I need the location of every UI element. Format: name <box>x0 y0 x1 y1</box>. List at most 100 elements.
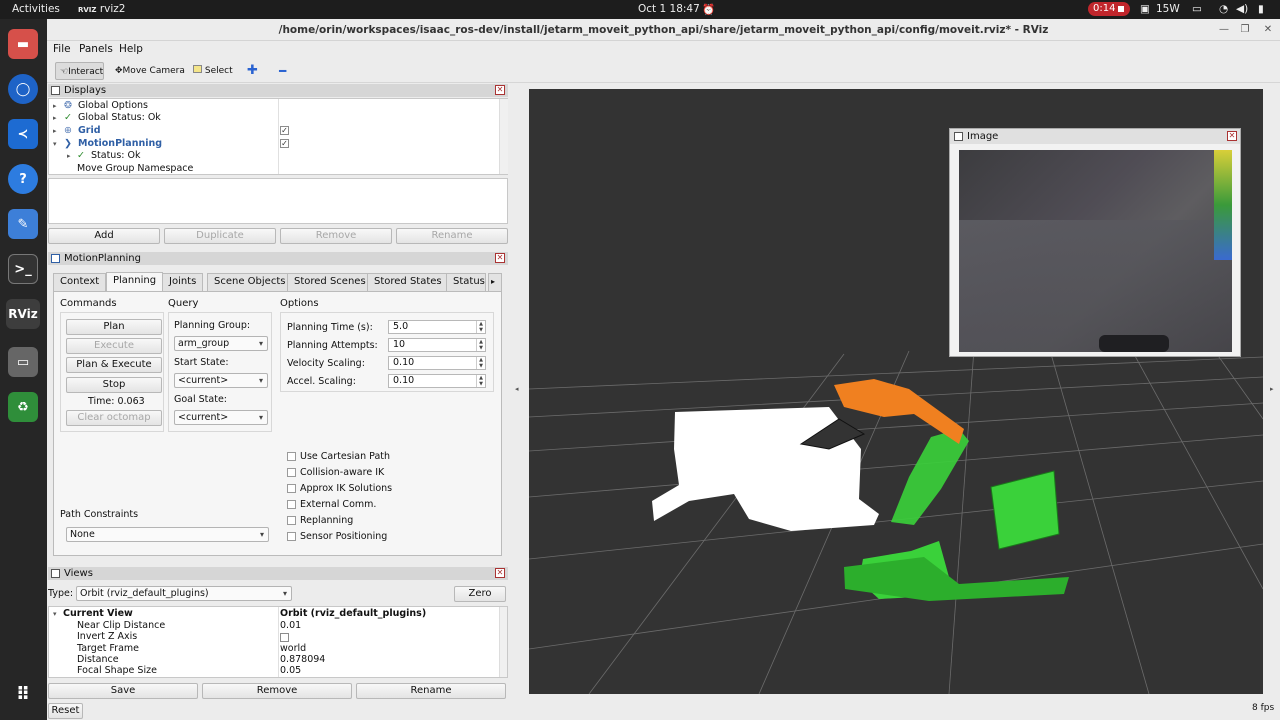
plan-button[interactable]: Plan <box>66 319 162 335</box>
power-mode[interactable]: 15W <box>1156 3 1180 15</box>
spin-arrows-icon[interactable]: ▲ ▼ <box>476 357 485 369</box>
spin-arrows-icon[interactable]: ▲ ▼ <box>476 321 485 333</box>
spin-arrows-icon[interactable]: ▲ ▼ <box>476 339 485 351</box>
remove-display-button[interactable]: Remove <box>280 228 392 244</box>
add-display-button[interactable]: Add <box>48 228 160 244</box>
collision-aware-ik-checkbox[interactable]: Collision-aware IK <box>287 467 397 479</box>
save-view-button[interactable]: Save <box>48 683 198 699</box>
tree-item-grid[interactable]: ▸ ⊕ Grid <box>49 125 278 137</box>
tab-context[interactable]: Context <box>53 273 107 291</box>
displays-close-icon[interactable]: ✕ <box>495 85 505 95</box>
rename-display-button[interactable]: Rename <box>396 228 508 244</box>
volume-icon[interactable]: ◀) <box>1236 3 1248 15</box>
view-prop-row[interactable]: Focal Shape Size 0.05 <box>49 665 489 677</box>
select-tool[interactable]: Select <box>189 62 237 80</box>
expand-arrow-icon[interactable]: ▸ <box>53 100 57 112</box>
stop-button[interactable]: Stop <box>66 377 162 393</box>
wifi-icon[interactable]: ◔ <box>1219 3 1228 15</box>
files-icon[interactable]: ▬ <box>8 29 38 59</box>
menu-help[interactable]: Help <box>119 43 143 55</box>
tree-item-status-ok[interactable]: ▸ ✓ Status: Ok <box>49 150 278 162</box>
expand-arrow-icon[interactable]: ▸ <box>67 150 71 162</box>
expand-arrow-icon[interactable]: ▸ <box>53 112 57 124</box>
execute-button[interactable]: Execute <box>66 338 162 354</box>
move-camera-tool[interactable]: ✥Move Camera <box>111 62 189 80</box>
menu-panels[interactable]: Panels <box>79 43 113 55</box>
screen-recording-indicator[interactable]: 0:14 <box>1088 2 1130 16</box>
splitter-left-arrow-icon[interactable]: ◂ <box>515 385 519 393</box>
remove-view-button[interactable]: Remove <box>202 683 352 699</box>
rename-view-button[interactable]: Rename <box>356 683 506 699</box>
app-menu[interactable]: RVIZ rviz2 <box>78 3 125 15</box>
image-panel-header[interactable]: Image ✕ <box>950 129 1240 144</box>
sensor-positioning-checkbox[interactable]: Sensor Positioning <box>287 531 397 543</box>
displays-panel-header[interactable]: Displays ✕ <box>48 84 508 97</box>
spin-arrows-icon[interactable]: ▲ ▼ <box>476 375 485 387</box>
rviz-dock-icon[interactable]: RViz <box>6 299 40 329</box>
vscode-icon[interactable]: ≺ <box>8 119 38 149</box>
keyboard-icon[interactable]: ▭ <box>1192 3 1202 15</box>
clear-octomap-button[interactable]: Clear octomap <box>66 410 162 426</box>
tab-scene-objects[interactable]: Scene Objects <box>207 273 293 291</box>
activities-button[interactable]: Activities <box>12 3 60 15</box>
duplicate-display-button[interactable]: Duplicate <box>164 228 276 244</box>
trash-icon[interactable]: ♻ <box>8 392 38 422</box>
tree-item-motionplanning[interactable]: ▾ ❯ MotionPlanning <box>49 138 278 150</box>
tab-stored-scenes[interactable]: Stored Scenes <box>287 273 373 291</box>
velocity-scaling-spinbox[interactable]: 0.10 ▲ ▼ <box>388 356 486 370</box>
maximize-button[interactable]: ❐ <box>1238 23 1252 37</box>
plan-execute-button[interactable]: Plan & Execute <box>66 357 162 373</box>
views-panel-header[interactable]: Views ✕ <box>48 567 508 580</box>
minimize-button[interactable]: — <box>1217 23 1231 37</box>
tree-item-global-options[interactable]: ▸ ❂ Global Options <box>49 100 278 112</box>
drive-icon[interactable]: ▭ <box>8 347 38 377</box>
views-close-icon[interactable]: ✕ <box>495 568 505 578</box>
motionplanning-panel-header[interactable]: MotionPlanning ✕ <box>48 252 508 265</box>
replanning-checkbox[interactable]: Replanning <box>287 515 397 527</box>
invert-z-checkbox[interactable] <box>280 633 289 642</box>
motionplanning-enable-checkbox[interactable]: ✓ <box>280 139 289 148</box>
help-icon[interactable]: ? <box>8 164 38 194</box>
path-constraints-select[interactable]: None <box>66 527 269 542</box>
clock[interactable]: Oct 1 18:47 <box>638 3 700 15</box>
approx-ik-checkbox[interactable]: Approx IK Solutions <box>287 483 397 495</box>
interact-tool[interactable]: ☜Interact <box>55 62 104 80</box>
terminal-icon[interactable]: >_ <box>8 254 38 284</box>
accel-scaling-spinbox[interactable]: 0.10 ▲ ▼ <box>388 374 486 388</box>
external-comm-checkbox[interactable]: External Comm. <box>287 499 397 511</box>
text-editor-icon[interactable]: ✎ <box>8 209 38 239</box>
menu-file[interactable]: File <box>53 43 71 55</box>
motionplanning-close-icon[interactable]: ✕ <box>495 253 505 263</box>
grid-enable-checkbox[interactable]: ✓ <box>280 126 289 135</box>
collapse-arrow-icon[interactable]: ▾ <box>53 608 57 620</box>
view-type-select[interactable]: Orbit (rviz_default_plugins) <box>76 586 292 601</box>
expand-arrow-icon[interactable]: ▸ <box>53 125 57 137</box>
planning-attempts-spinbox[interactable]: 10 ▲ ▼ <box>388 338 486 352</box>
tab-stored-states[interactable]: Stored States <box>367 273 449 291</box>
chromium-icon[interactable]: ◯ <box>8 74 38 104</box>
image-close-icon[interactable]: ✕ <box>1227 131 1237 141</box>
collapse-arrow-icon[interactable]: ▾ <box>53 138 57 150</box>
tree-item-current-view[interactable]: ▾ Current View Orbit (rviz_default_plugi… <box>49 608 489 620</box>
show-apps-icon[interactable]: ⠿ <box>8 679 38 709</box>
start-state-select[interactable]: <current> <box>174 373 268 388</box>
zero-view-button[interactable]: Zero <box>454 586 506 602</box>
tab-scroll-right-icon[interactable]: ▸ <box>488 273 502 291</box>
reset-button[interactable]: Reset <box>48 703 83 719</box>
splitter-right-arrow-icon[interactable]: ▸ <box>1270 385 1274 393</box>
planning-time-spinbox[interactable]: 5.0 ▲ ▼ <box>388 320 486 334</box>
add-tool-icon[interactable]: ✚ <box>243 62 262 80</box>
remove-tool-icon[interactable]: ━ <box>275 62 290 80</box>
displays-scrollbar[interactable] <box>499 99 508 174</box>
battery-icon[interactable]: ▮ <box>1258 3 1264 15</box>
tab-status[interactable]: Status <box>446 273 486 291</box>
tree-item-move-group-namespace[interactable]: Move Group Namespace <box>49 163 278 175</box>
close-button[interactable]: ✕ <box>1261 23 1275 37</box>
tab-planning[interactable]: Planning <box>106 272 164 291</box>
goal-state-select[interactable]: <current> <box>174 410 268 425</box>
use-cartesian-path-checkbox[interactable]: Use Cartesian Path <box>287 451 397 463</box>
image-display-panel[interactable]: Image ✕ <box>949 128 1241 357</box>
views-scrollbar[interactable] <box>499 607 507 677</box>
planning-group-select[interactable]: arm_group <box>174 336 268 351</box>
view-prop-row[interactable]: Invert Z Axis <box>49 631 489 643</box>
